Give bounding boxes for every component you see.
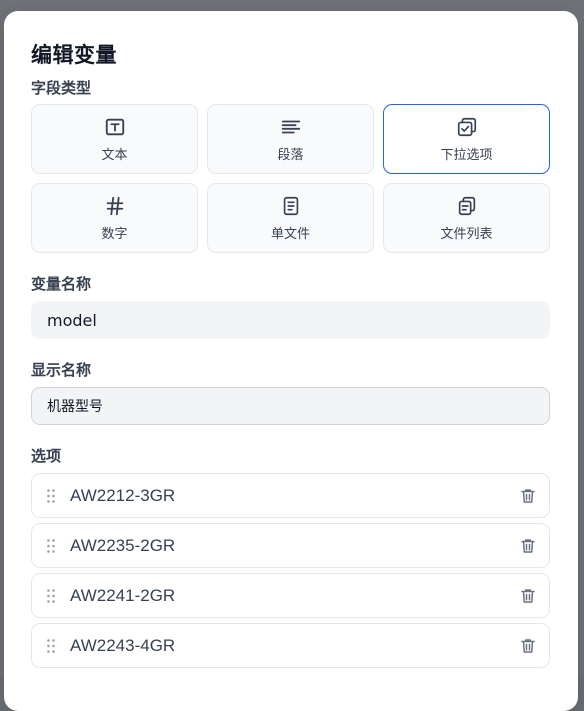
option-row: AW2235-2GR bbox=[31, 523, 550, 568]
file-list-icon bbox=[458, 196, 475, 215]
type-option-paragraph[interactable]: 段落 bbox=[207, 104, 374, 174]
type-option-label: 文件列表 bbox=[440, 226, 493, 242]
type-option-label: 单文件 bbox=[270, 226, 310, 242]
drag-handle-icon[interactable] bbox=[46, 588, 56, 604]
dialog-title: 编辑变量 bbox=[31, 43, 117, 67]
type-option-single-file[interactable]: 单文件 bbox=[207, 183, 374, 253]
option-value[interactable]: AW2235-2GR bbox=[70, 536, 519, 556]
option-row: AW2241-2GR bbox=[31, 573, 550, 618]
options-label: 选项 bbox=[31, 447, 62, 465]
drag-handle-icon[interactable] bbox=[46, 488, 56, 504]
option-row: AW2212-3GR bbox=[31, 473, 550, 518]
trash-icon[interactable] bbox=[519, 587, 537, 605]
trash-icon[interactable] bbox=[519, 537, 537, 555]
option-row: AW2243-4GR bbox=[31, 623, 550, 668]
variable-name-input[interactable] bbox=[31, 301, 550, 339]
paragraph-icon bbox=[281, 120, 300, 133]
option-value[interactable]: AW2241-2GR bbox=[70, 586, 519, 606]
hash-icon bbox=[106, 196, 123, 215]
type-option-label: 数字 bbox=[101, 226, 128, 242]
options-list: AW2212-3GR AW2235-2GR AW2241-2GR AW2243-… bbox=[31, 473, 550, 673]
field-type-grid: 文本 段落 下拉选项 数字 单文件 文件列表 bbox=[31, 104, 550, 253]
option-value[interactable]: AW2212-3GR bbox=[70, 486, 519, 506]
trash-icon[interactable] bbox=[519, 487, 537, 505]
type-option-label: 下拉选项 bbox=[440, 147, 493, 163]
variable-name-label: 变量名称 bbox=[31, 275, 92, 293]
trash-icon[interactable] bbox=[519, 637, 537, 655]
type-option-label: 文本 bbox=[101, 147, 128, 163]
edit-variable-dialog: 编辑变量 字段类型 文本 段落 下拉选项 数字 单文件 文件列表 变量名称 mo… bbox=[4, 11, 578, 711]
drag-handle-icon[interactable] bbox=[46, 538, 56, 554]
display-name-input[interactable] bbox=[31, 387, 550, 425]
type-option-file-list[interactable]: 文件列表 bbox=[383, 183, 550, 253]
drag-handle-icon[interactable] bbox=[46, 638, 56, 654]
dropdown-icon bbox=[457, 117, 476, 136]
option-value[interactable]: AW2243-4GR bbox=[70, 636, 519, 656]
field-type-label: 字段类型 bbox=[31, 79, 92, 97]
file-icon bbox=[283, 196, 298, 215]
display-name-label: 显示名称 bbox=[31, 361, 92, 379]
type-option-label: 段落 bbox=[277, 147, 304, 163]
text-icon bbox=[105, 118, 124, 135]
type-option-number[interactable]: 数字 bbox=[31, 183, 198, 253]
type-option-dropdown[interactable]: 下拉选项 bbox=[383, 104, 550, 174]
type-option-text[interactable]: 文本 bbox=[31, 104, 198, 174]
